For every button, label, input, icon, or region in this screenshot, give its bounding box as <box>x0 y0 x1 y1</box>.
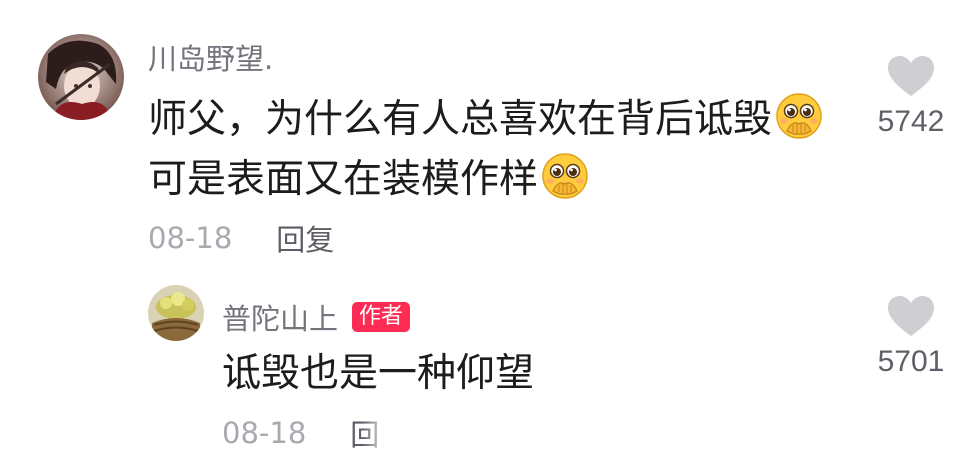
comment-text-part1: 师父，为什么有人总喜欢在背后诋毁 <box>148 97 773 142</box>
author-badge: 作者 <box>352 302 411 332</box>
commenter-username[interactable]: 川岛野望. <box>148 39 273 79</box>
reply-like-button[interactable]: 5701 <box>861 294 961 382</box>
comment-text-part2: 可是表面又在装模作样 <box>148 157 539 202</box>
like-count: 5742 <box>877 105 945 138</box>
reply-button-partial[interactable]: 回 <box>350 412 386 454</box>
heart-icon[interactable] <box>886 294 936 338</box>
reply-text: 诋毁也是一种仰望 <box>222 351 535 396</box>
reply-header: 普陀山上 作者 <box>222 296 411 338</box>
pleading-face-emoji-icon <box>774 91 824 141</box>
like-button[interactable]: 5742 <box>861 54 961 142</box>
comment-date: 08-18 <box>148 221 233 255</box>
comment-text: 师父，为什么有人总喜欢在背后诋毁 可是表面又在装模作样 <box>148 90 848 210</box>
author-username[interactable]: 普陀山上 <box>222 296 338 338</box>
reply-like-count: 5701 <box>877 345 945 378</box>
commenter-avatar[interactable] <box>38 34 124 120</box>
heart-icon[interactable] <box>886 54 936 98</box>
pleading-face-emoji-icon <box>540 151 590 201</box>
reply-button[interactable]: 回复 <box>276 217 334 259</box>
reply-meta: 08-18 回 <box>222 412 386 454</box>
author-avatar[interactable] <box>148 285 204 341</box>
reply-date: 08-18 <box>222 416 307 450</box>
comment-meta: 08-18 回复 <box>148 217 334 259</box>
